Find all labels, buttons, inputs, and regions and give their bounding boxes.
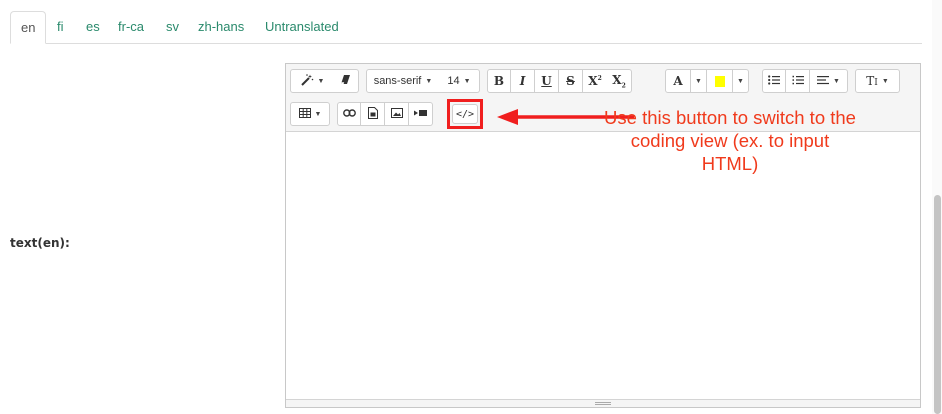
magic-wand-icon (300, 73, 314, 89)
tab-zh-hans[interactable]: zh-hans (198, 11, 244, 44)
table-icon (298, 107, 311, 121)
chevron-down-icon: ▼ (425, 77, 433, 85)
editor-resize-handle[interactable] (286, 399, 920, 407)
tab-es[interactable]: es (86, 11, 100, 44)
annotation-text: Use this button to switch to the coding … (604, 107, 856, 174)
image-icon (390, 107, 403, 121)
tab-sv[interactable]: sv (166, 11, 179, 44)
chevron-down-icon: ▼ (463, 77, 471, 85)
line-height-dropdown[interactable]: TI ▼ (855, 69, 900, 93)
insert-file-button[interactable] (361, 102, 385, 126)
video-icon (414, 108, 427, 120)
strikethrough-button[interactable]: S (559, 69, 583, 93)
superscript-letter: X (588, 74, 598, 88)
bulleted-list-icon (768, 74, 780, 88)
superscript-button[interactable]: X2 (583, 69, 608, 93)
link-icon (342, 108, 356, 120)
eraser-icon (340, 74, 351, 88)
tab-fi[interactable]: fi (57, 11, 64, 44)
numbered-list-button[interactable] (786, 69, 810, 93)
chevron-down-icon: ▼ (317, 77, 325, 85)
file-image-icon (367, 106, 378, 122)
strikethrough-icon: S (566, 74, 575, 88)
font-color-dropdown[interactable]: ▼ (691, 69, 707, 93)
subscript-icon: X2 (612, 72, 626, 90)
highlight-swatch-icon (714, 75, 725, 87)
chevron-down-icon: ▼ (737, 77, 744, 85)
page-scrollbar[interactable] (932, 0, 942, 414)
font-family-value: sans-serif (373, 75, 422, 87)
font-color-button[interactable]: A (665, 69, 691, 93)
superscript-icon: X2 (588, 74, 602, 88)
bold-icon: B (493, 74, 505, 88)
chevron-down-icon: ▼ (695, 77, 702, 85)
insert-video-button[interactable] (409, 102, 433, 126)
tab-fr-ca[interactable]: fr-ca (118, 11, 144, 44)
underline-icon: U (541, 74, 552, 88)
paragraph-align-dropdown[interactable]: ▼ (810, 69, 848, 93)
magic-style-button[interactable]: ▼ (290, 69, 334, 93)
highlight-color-dropdown[interactable]: ▼ (733, 69, 749, 93)
italic-button[interactable]: I (511, 69, 535, 93)
clear-format-button[interactable] (333, 69, 359, 93)
font-size-dropdown[interactable]: 14 ▼ (439, 69, 480, 93)
underline-button[interactable]: U (535, 69, 559, 93)
insert-image-button[interactable] (385, 102, 409, 126)
text-height-icon: TI (866, 74, 878, 88)
subscript-letter: X (612, 72, 622, 87)
subscript-button[interactable]: X2 (607, 69, 632, 93)
table-dropdown[interactable]: ▼ (290, 102, 330, 126)
code-view-button[interactable]: </> (452, 104, 478, 124)
font-color-icon: A (673, 74, 683, 88)
font-size-value: 14 (447, 75, 460, 87)
field-label: text(en): (10, 236, 70, 250)
tab-en[interactable]: en (10, 11, 47, 44)
font-family-dropdown[interactable]: sans-serif ▼ (366, 69, 440, 93)
scrollbar-thumb[interactable] (934, 195, 941, 414)
italic-icon: I (519, 74, 526, 88)
chevron-down-icon: ▼ (314, 110, 322, 118)
align-left-icon (817, 75, 830, 88)
bold-button[interactable]: B (487, 69, 511, 93)
bulleted-list-button[interactable] (762, 69, 786, 93)
code-icon: </> (455, 108, 475, 120)
resize-grip-icon (595, 402, 611, 405)
tab-untranslated[interactable]: Untranslated (265, 11, 339, 44)
insert-link-button[interactable] (337, 102, 361, 126)
chevron-down-icon: ▼ (833, 77, 840, 85)
numbered-list-icon (792, 75, 804, 88)
highlight-color-button[interactable] (707, 69, 733, 93)
chevron-down-icon: ▼ (881, 77, 889, 85)
language-tabs: en fi es fr-ca sv zh-hans Untranslated (10, 8, 922, 44)
